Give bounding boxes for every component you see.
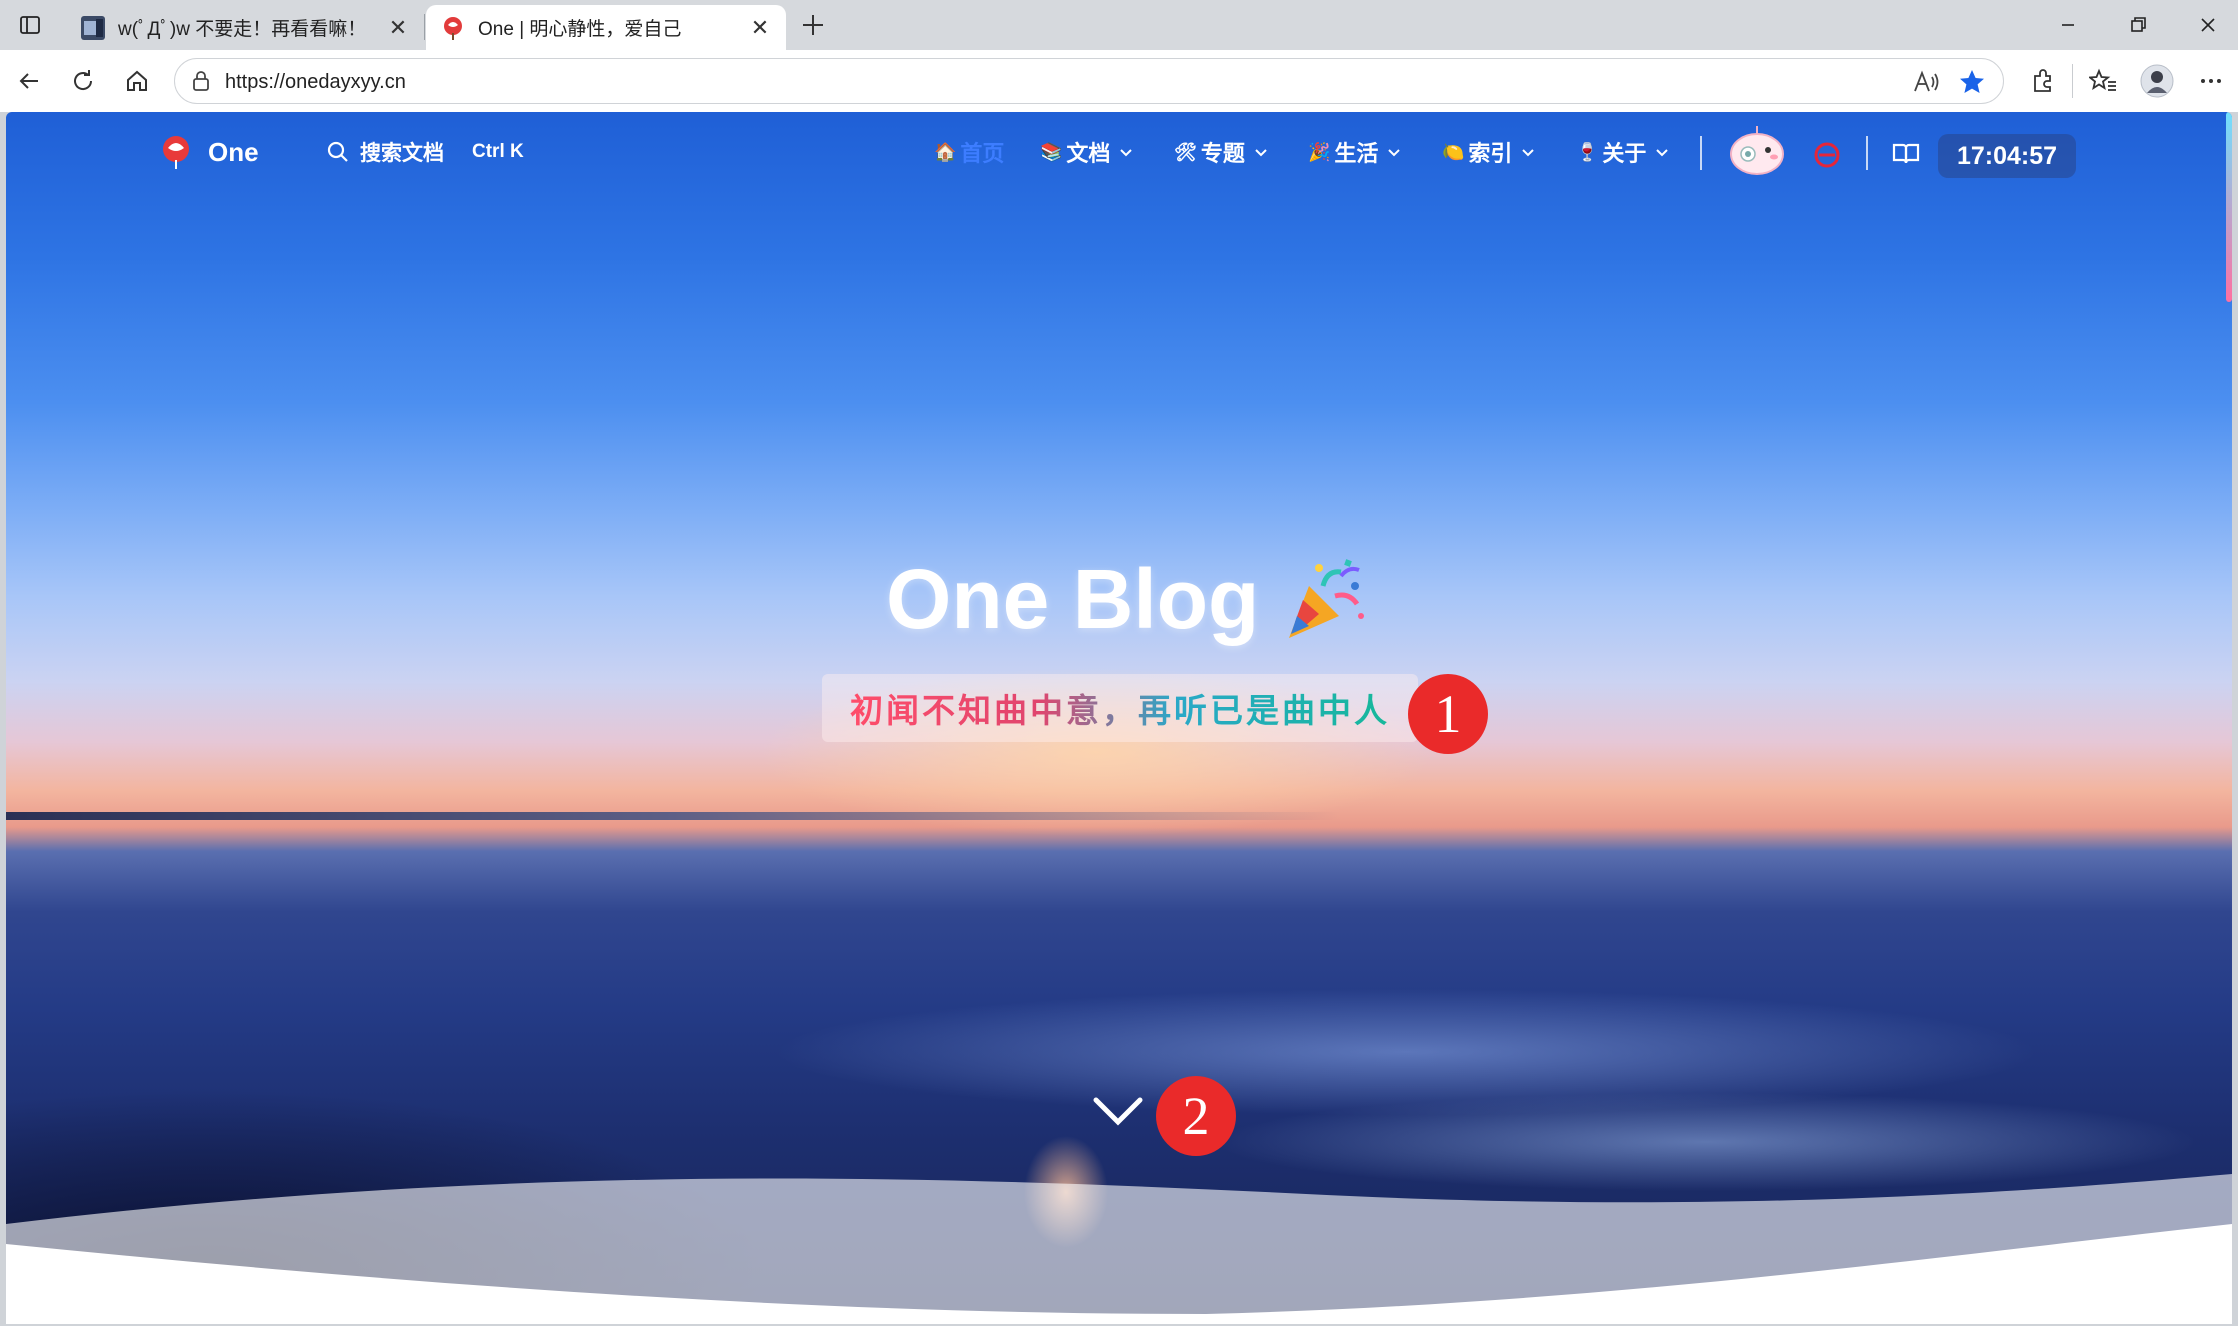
lock-icon[interactable]: [189, 69, 213, 93]
nav-life-label: 生活: [1334, 141, 1379, 166]
bottom-wave-divider: [6, 1174, 2232, 1324]
site-logo-text[interactable]: One: [208, 134, 259, 170]
more-menu-icon[interactable]: [2192, 62, 2230, 100]
browser-toolbar: https://onedayxyy.cn: [0, 50, 2238, 112]
chevron-down-icon: [1255, 149, 1267, 157]
back-arrow-icon[interactable]: [10, 62, 48, 100]
restore-icon[interactable]: [2118, 8, 2158, 42]
no-entry-icon[interactable]: [1812, 140, 1842, 170]
nav-index-label: 索引: [1468, 141, 1513, 166]
page-viewport: One 搜索文档 Ctrl K 🏠 首页 📚 文档 🛠 专题 🎉 生活 🍋 索引…: [6, 112, 2232, 1324]
address-bar[interactable]: https://onedayxyy.cn: [174, 58, 2004, 104]
clock-display: 17:04:57: [1938, 134, 2076, 178]
hero-title-text: One Blog: [886, 551, 1260, 646]
new-tab-icon[interactable]: [796, 8, 830, 42]
search-docs-button[interactable]: 搜索文档: [326, 134, 444, 170]
nav-divider: [1866, 136, 1868, 170]
nav-about-label: 关于: [1602, 141, 1647, 166]
favorite-star-icon[interactable]: [1957, 67, 1987, 97]
toolbar-divider: [2072, 64, 2073, 98]
tab-close-icon[interactable]: ✕: [386, 15, 410, 41]
nav-docs-label: 文档: [1066, 141, 1111, 166]
tab-favicon-icon: [81, 15, 105, 40]
tab-favicon-icon: [444, 16, 462, 40]
nav-index[interactable]: 🍋 索引: [1442, 134, 1536, 170]
site-navbar: One 搜索文档 Ctrl K 🏠 首页 📚 文档 🛠 专题 🎉 生活 🍋 索引…: [6, 112, 2232, 184]
annotation-badge-2: 2: [1156, 1076, 1236, 1156]
browser-tab-strip: w(ﾟДﾟ)w 不要走！再看看嘛！ ✕ One | 明心静性，爱自己 ✕: [0, 0, 2238, 50]
chevron-down-icon: [1656, 149, 1669, 157]
chevron-down-icon: [1388, 149, 1401, 157]
hero-subtitle: 初闻不知曲中意，再听已是曲中人: [822, 674, 1418, 742]
house-icon: 🏠: [934, 141, 957, 162]
refresh-icon[interactable]: [64, 62, 102, 100]
nav-life[interactable]: 🎉 生活: [1308, 134, 1402, 170]
hero-title: One Blog: [886, 544, 1369, 654]
scroll-down-chevron-icon[interactable]: [1090, 1092, 1146, 1132]
tab-close-icon[interactable]: ✕: [748, 15, 772, 41]
nav-topics[interactable]: 🛠 专题: [1174, 134, 1269, 170]
nav-about[interactable]: 🍷 关于: [1576, 134, 1670, 170]
minimize-icon[interactable]: [2048, 8, 2088, 42]
books-icon: 📚: [1040, 141, 1063, 162]
site-logo-icon[interactable]: [158, 134, 194, 170]
tab-active[interactable]: One | 明心静性，爱自己 ✕: [426, 5, 786, 50]
read-aloud-icon[interactable]: [1911, 67, 1941, 97]
party-icon: 🎉: [1308, 141, 1331, 162]
chevron-down-icon: [1522, 149, 1535, 157]
annotation-badge-1: 1: [1408, 674, 1488, 754]
close-window-icon[interactable]: [2188, 8, 2228, 42]
tab-inactive[interactable]: w(ﾟДﾟ)w 不要走！再看看嘛！ ✕: [66, 5, 424, 50]
sidebar-toggle-icon[interactable]: [14, 10, 46, 40]
lemon-icon: 🍋: [1442, 141, 1465, 162]
search-label: 搜索文档: [360, 142, 444, 165]
hero-subtitle-text: 初闻不知曲中意，再听已是曲中人: [850, 684, 1390, 732]
nav-docs[interactable]: 📚 文档: [1040, 134, 1134, 170]
party-popper-icon: [1289, 559, 1365, 638]
tab-divider: [424, 14, 425, 40]
horizon-shore: [6, 812, 2232, 820]
nav-topics-label: 专题: [1200, 141, 1245, 166]
extensions-icon[interactable]: [2024, 62, 2062, 100]
url-text[interactable]: https://onedayxyy.cn: [225, 59, 406, 105]
chevron-down-icon: [1120, 149, 1133, 157]
nav-divider: [1700, 136, 1702, 170]
home-icon[interactable]: [118, 62, 156, 100]
wine-glass-icon: 🍷: [1576, 141, 1599, 162]
search-icon: [327, 141, 348, 162]
favorites-icon[interactable]: [2084, 62, 2122, 100]
tab-title: w(ﾟДﾟ)w 不要走！再看看嘛！: [118, 19, 367, 40]
tab-title: One | 明心静性，爱自己: [478, 19, 682, 40]
nav-home-label: 首页: [960, 141, 1005, 166]
search-shortcut-hint: Ctrl K: [472, 141, 524, 162]
book-open-icon[interactable]: [1890, 138, 1922, 170]
mascot-toggle-icon[interactable]: [1726, 124, 1788, 176]
tools-icon: 🛠: [1174, 141, 1197, 162]
nav-home[interactable]: 🏠 首页: [934, 134, 1004, 170]
profile-avatar[interactable]: [2138, 62, 2176, 100]
